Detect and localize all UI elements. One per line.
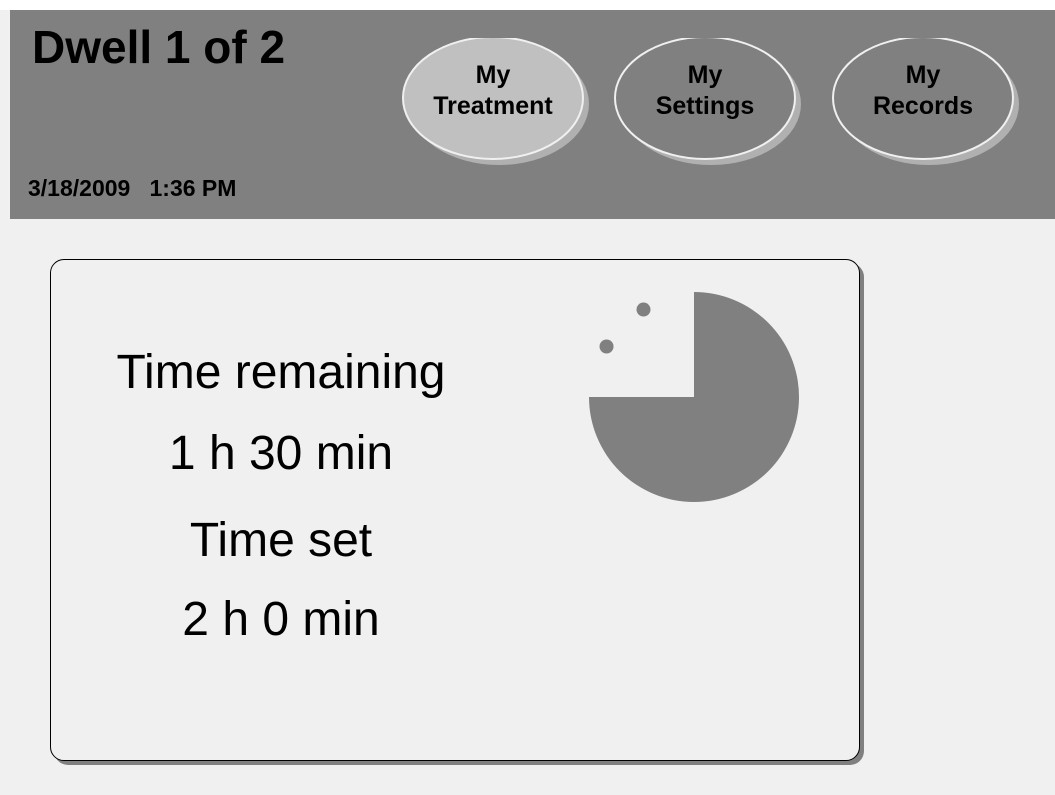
timer-remaining-wedge xyxy=(589,292,799,502)
time-set-label: Time set xyxy=(189,514,373,567)
time-set-value: 2 h 0 min xyxy=(182,593,380,646)
tab-my-settings[interactable]: My Settings xyxy=(612,38,812,168)
date-label: 3/18/2009 xyxy=(28,175,131,201)
time-label: 1:36 PM xyxy=(149,175,237,201)
tab-label: My Records xyxy=(872,61,974,120)
dwell-time-panel: Time remaining 1 h 30 min Time set 2 h 0… xyxy=(50,259,860,761)
page-title: Dwell 1 of 2 xyxy=(32,21,286,73)
tab-my-records[interactable]: My Records xyxy=(830,38,1030,168)
time-remaining-label: Time remaining xyxy=(116,346,446,399)
tab-label: My Treatment xyxy=(433,61,553,120)
timer-dot xyxy=(636,302,651,317)
time-remaining-value: 1 h 30 min xyxy=(168,427,394,480)
pd-cycler-screen: Dwell 1 of 2 3/18/2009 1:36 PM My Treatm… xyxy=(0,0,1055,795)
tab-my-treatment[interactable]: My Treatment xyxy=(400,38,600,168)
date-time: 3/18/2009 1:36 PM xyxy=(28,177,236,200)
timer-dot xyxy=(599,339,614,354)
pie-timer-icon xyxy=(589,292,799,502)
tab-label: My Settings xyxy=(655,61,755,120)
timer-elapsed-dots xyxy=(599,302,651,354)
top-edge xyxy=(0,0,1055,10)
